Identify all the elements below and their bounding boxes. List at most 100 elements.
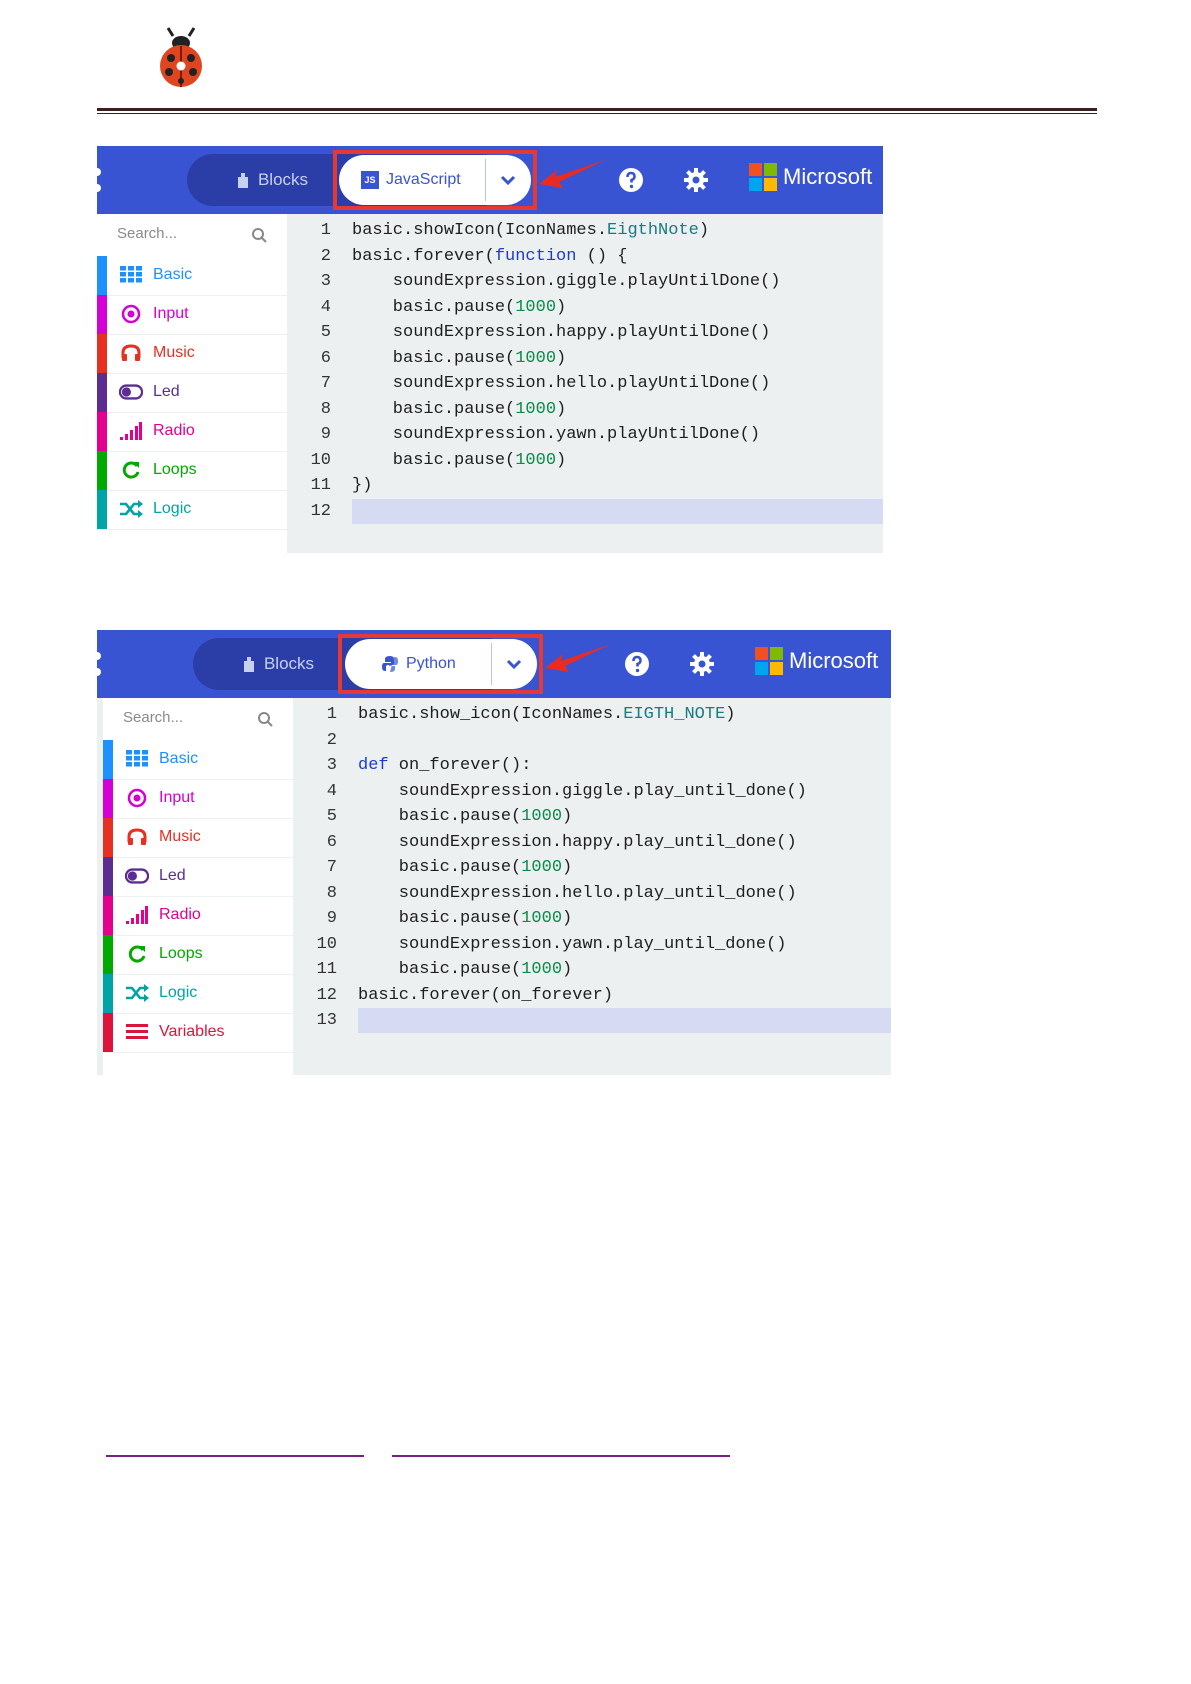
toolbox-category-logic[interactable]: Logic xyxy=(103,974,293,1014)
toolbox-category-basic[interactable]: Basic xyxy=(103,740,293,780)
code-line[interactable]: 11}) xyxy=(287,473,883,498)
code-line[interactable]: 1 basic.showIcon(IconNames.EigthNote) xyxy=(287,218,883,243)
code-line[interactable]: 2 basic.forever(function () { xyxy=(287,244,883,269)
code-editor[interactable]: 1 basic.show_icon(IconNames.EIGTH_NOTE) 2 3… xyxy=(293,698,891,1075)
toolbox-search[interactable]: Search... xyxy=(111,698,281,740)
toolbox-category-led[interactable]: Led xyxy=(103,857,293,897)
footer-link-underline[interactable] xyxy=(392,1455,730,1457)
help-icon[interactable] xyxy=(619,168,643,192)
line-number: 8 xyxy=(320,399,331,419)
code-line[interactable]: 7 basic.pause(1000) xyxy=(293,855,891,880)
microsoft-brand[interactable]: Microsoft xyxy=(755,647,878,675)
toolbox-category-music[interactable]: Music xyxy=(97,334,287,374)
category-label: Radio xyxy=(159,906,201,923)
category-color-bar xyxy=(97,490,107,529)
code-editor[interactable]: 1 basic.showIcon(IconNames.EigthNote) 2 bas… xyxy=(287,214,883,553)
toolbox-category-input[interactable]: Input xyxy=(103,779,293,819)
toolbox-category-led[interactable]: Led xyxy=(97,373,287,413)
code-line[interactable]: 10 soundExpression.yawn.play_until_done(… xyxy=(293,932,891,957)
code-line[interactable]: 3 def on_forever(): xyxy=(293,753,891,778)
code-line[interactable]: 6 soundExpression.happy.play_until_done(… xyxy=(293,830,891,855)
code-text[interactable]: soundExpression.happy.playUntilDone() xyxy=(352,323,770,342)
code-line[interactable]: 1 basic.show_icon(IconNames.EIGTH_NOTE) xyxy=(293,702,891,727)
code-line[interactable]: 8 basic.pause(1000) xyxy=(287,397,883,422)
toolbox-category-radio[interactable]: Radio xyxy=(97,412,287,452)
category-color-bar xyxy=(103,857,113,896)
header-rule xyxy=(97,108,1097,111)
code-text[interactable]: soundExpression.yawn.playUntilDone() xyxy=(352,425,760,444)
code-line[interactable]: 6 basic.pause(1000) xyxy=(287,346,883,371)
toolbox-search[interactable]: Search... xyxy=(105,214,275,256)
microsoft-logo-icon xyxy=(749,163,777,191)
code-text[interactable]: basic.show_icon(IconNames.EIGTH_NOTE) xyxy=(358,705,735,724)
category-label: Music xyxy=(159,828,201,845)
search-input[interactable]: Search... xyxy=(117,225,177,242)
code-line[interactable]: 9 basic.pause(1000) xyxy=(293,906,891,931)
code-line[interactable]: 12 basic.forever(on_forever) xyxy=(293,983,891,1008)
code-text[interactable]: soundExpression.happy.play_until_done() xyxy=(358,833,797,852)
category-label: Led xyxy=(159,867,186,884)
code-line[interactable]: 11 basic.pause(1000) xyxy=(293,957,891,982)
code-line[interactable]: 4 basic.pause(1000) xyxy=(287,295,883,320)
toolbox-category-input[interactable]: Input xyxy=(97,295,287,335)
code-line[interactable]: 12 xyxy=(287,498,883,524)
code-line[interactable]: 9 soundExpression.yawn.playUntilDone() xyxy=(287,422,883,447)
blocks-button[interactable]: Blocks xyxy=(207,154,337,206)
code-text[interactable]: basic.forever(on_forever) xyxy=(358,986,613,1005)
code-text[interactable]: basic.pause(1000) xyxy=(358,960,572,979)
code-line[interactable]: 13 xyxy=(293,1008,891,1033)
footer-link-underline[interactable] xyxy=(106,1455,364,1457)
code-text[interactable]: basic.pause(1000) xyxy=(358,807,572,826)
line-number: 11 xyxy=(310,476,331,495)
code-line[interactable]: 8 soundExpression.hello.play_until_done(… xyxy=(293,881,891,906)
help-icon[interactable] xyxy=(625,652,649,676)
code-text[interactable] xyxy=(358,1008,891,1033)
code-text[interactable]: basic.showIcon(IconNames.EigthNote) xyxy=(352,221,709,240)
code-text[interactable]: soundExpression.yawn.play_until_done() xyxy=(358,935,787,954)
share-icon[interactable] xyxy=(97,652,109,676)
toolbox-category-logic[interactable]: Logic xyxy=(97,490,287,530)
code-text[interactable]: basic.pause(1000) xyxy=(352,400,566,419)
toolbox-category-music[interactable]: Music xyxy=(103,818,293,858)
code-line[interactable]: 5 basic.pause(1000) xyxy=(293,804,891,829)
category-label: Led xyxy=(153,383,180,400)
toolbox-category-loops[interactable]: Loops xyxy=(97,451,287,491)
share-icon[interactable] xyxy=(97,168,109,192)
toolbox-category-loops[interactable]: Loops xyxy=(103,935,293,975)
gear-icon[interactable] xyxy=(689,651,715,677)
code-text[interactable]: basic.forever(function () { xyxy=(352,247,627,266)
code-line[interactable]: 5 soundExpression.happy.playUntilDone() xyxy=(287,320,883,345)
category-color-bar xyxy=(97,256,107,295)
code-text[interactable]: basic.pause(1000) xyxy=(352,349,566,368)
loops-icon xyxy=(125,943,149,965)
gear-icon[interactable] xyxy=(683,167,709,193)
toolbox: Search... Basic Input Music Led Radio Loops Lo… xyxy=(97,214,287,553)
microsoft-brand[interactable]: Microsoft xyxy=(749,163,872,191)
toolbox-category-radio[interactable]: Radio xyxy=(103,896,293,936)
code-line[interactable]: 2 xyxy=(293,728,891,753)
toolbox-category-variables[interactable]: Variables xyxy=(103,1013,293,1053)
code-line[interactable]: 4 soundExpression.giggle.play_until_done… xyxy=(293,779,891,804)
search-input[interactable]: Search... xyxy=(123,709,183,726)
code-line[interactable]: 3 soundExpression.giggle.playUntilDone() xyxy=(287,269,883,294)
code-line[interactable]: 7 soundExpression.hello.playUntilDone() xyxy=(287,371,883,396)
code-text[interactable]: basic.pause(1000) xyxy=(352,451,566,470)
code-text[interactable] xyxy=(352,498,883,524)
toolbox-category-basic[interactable]: Basic xyxy=(97,256,287,296)
led-icon xyxy=(125,865,149,887)
code-text[interactable]: basic.pause(1000) xyxy=(352,298,566,317)
code-text[interactable]: soundExpression.giggle.play_until_done() xyxy=(358,782,807,801)
code-text[interactable]: soundExpression.hello.playUntilDone() xyxy=(352,374,770,393)
code-text[interactable]: basic.pause(1000) xyxy=(358,909,572,928)
code-line[interactable]: 10 basic.pause(1000) xyxy=(287,448,883,473)
blocks-button[interactable]: Blocks xyxy=(213,638,343,690)
search-icon xyxy=(258,712,273,727)
code-text[interactable]: basic.pause(1000) xyxy=(358,858,572,877)
code-text[interactable]: soundExpression.giggle.playUntilDone() xyxy=(352,272,781,291)
category-color-bar xyxy=(103,1013,113,1052)
code-text[interactable]: soundExpression.hello.play_until_done() xyxy=(358,884,797,903)
category-label: Variables xyxy=(159,1023,225,1040)
code-text[interactable]: def on_forever(): xyxy=(358,756,531,775)
category-color-bar xyxy=(97,373,107,412)
code-text[interactable]: }) xyxy=(352,476,372,495)
